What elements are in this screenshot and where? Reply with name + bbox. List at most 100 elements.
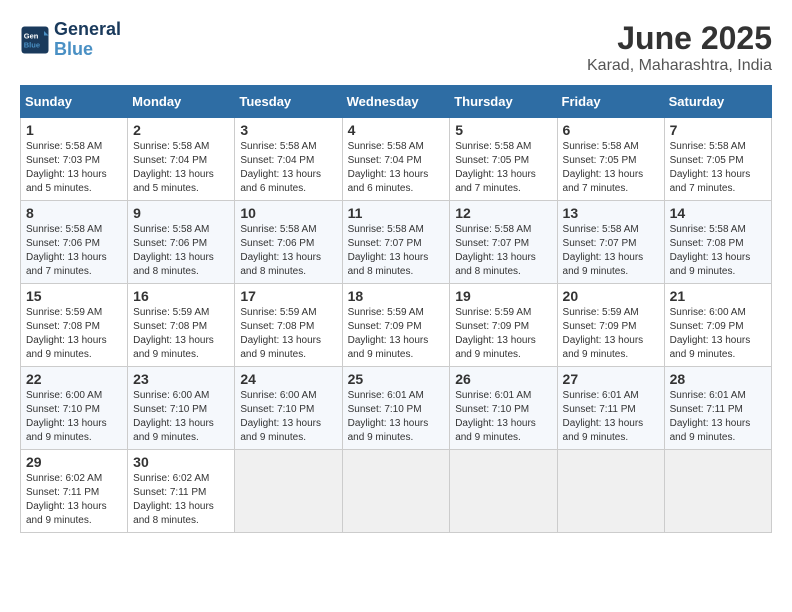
day-number: 13	[563, 205, 659, 221]
weekday-friday: Friday	[557, 86, 664, 118]
day-cell: 17 Sunrise: 5:59 AM Sunset: 7:08 PM Dayli…	[235, 284, 342, 367]
day-info: Sunrise: 6:01 AM Sunset: 7:11 PM Dayligh…	[670, 389, 766, 445]
day-info: Sunrise: 6:00 AM Sunset: 7:10 PM Dayligh…	[26, 389, 122, 445]
day-info: Sunrise: 5:58 AM Sunset: 7:07 PM Dayligh…	[563, 223, 659, 279]
day-number: 17	[240, 288, 336, 304]
day-number: 5	[455, 122, 551, 138]
svg-text:Gen: Gen	[24, 31, 39, 40]
day-cell: 24 Sunrise: 6:00 AM Sunset: 7:10 PM Dayli…	[235, 367, 342, 450]
day-cell: 18 Sunrise: 5:59 AM Sunset: 7:09 PM Dayli…	[342, 284, 450, 367]
day-number: 20	[563, 288, 659, 304]
day-info: Sunrise: 5:58 AM Sunset: 7:05 PM Dayligh…	[455, 140, 551, 196]
day-info: Sunrise: 5:58 AM Sunset: 7:06 PM Dayligh…	[26, 223, 122, 279]
day-cell: 1Sunrise: 5:58 AM Sunset: 7:03 PM Daylig…	[21, 118, 128, 201]
weekday-header-row: SundayMondayTuesdayWednesdayThursdayFrid…	[21, 86, 772, 118]
day-number: 11	[348, 205, 445, 221]
day-info: Sunrise: 5:59 AM Sunset: 7:09 PM Dayligh…	[563, 306, 659, 362]
day-info: Sunrise: 5:59 AM Sunset: 7:08 PM Dayligh…	[26, 306, 122, 362]
day-info: Sunrise: 6:01 AM Sunset: 7:10 PM Dayligh…	[348, 389, 445, 445]
day-cell: 26 Sunrise: 6:01 AM Sunset: 7:10 PM Dayli…	[450, 367, 557, 450]
day-number: 30	[133, 454, 229, 470]
day-info: Sunrise: 5:59 AM Sunset: 7:09 PM Dayligh…	[455, 306, 551, 362]
day-cell: 2 Sunrise: 5:58 AM Sunset: 7:04 PM Daylig…	[128, 118, 235, 201]
day-info: Sunrise: 6:00 AM Sunset: 7:09 PM Dayligh…	[670, 306, 766, 362]
weekday-thursday: Thursday	[450, 86, 557, 118]
logo-line2: Blue	[54, 40, 121, 60]
location-title: Karad, Maharashtra, India	[587, 57, 772, 75]
day-number: 21	[670, 288, 766, 304]
weekday-monday: Monday	[128, 86, 235, 118]
day-cell	[342, 450, 450, 533]
day-info: Sunrise: 6:00 AM Sunset: 7:10 PM Dayligh…	[240, 389, 336, 445]
day-number: 27	[563, 371, 659, 387]
day-cell: 16 Sunrise: 5:59 AM Sunset: 7:08 PM Dayli…	[128, 284, 235, 367]
day-info: Sunrise: 5:58 AM Sunset: 7:07 PM Dayligh…	[348, 223, 445, 279]
week-row-2: 8 Sunrise: 5:58 AM Sunset: 7:06 PM Daylig…	[21, 201, 772, 284]
day-cell: 5 Sunrise: 5:58 AM Sunset: 7:05 PM Daylig…	[450, 118, 557, 201]
day-number: 6	[563, 122, 659, 138]
day-cell: 9 Sunrise: 5:58 AM Sunset: 7:06 PM Daylig…	[128, 201, 235, 284]
day-cell	[664, 450, 771, 533]
day-number: 24	[240, 371, 336, 387]
day-info: Sunrise: 6:02 AM Sunset: 7:11 PM Dayligh…	[133, 472, 229, 528]
day-cell: 10Sunrise: 5:58 AM Sunset: 7:06 PM Dayli…	[235, 201, 342, 284]
day-cell: 4 Sunrise: 5:58 AM Sunset: 7:04 PM Daylig…	[342, 118, 450, 201]
weekday-saturday: Saturday	[664, 86, 771, 118]
day-info: Sunrise: 5:58 AM Sunset: 7:04 PM Dayligh…	[133, 140, 229, 196]
day-cell: 25Sunrise: 6:01 AM Sunset: 7:10 PM Dayli…	[342, 367, 450, 450]
day-info: Sunrise: 6:01 AM Sunset: 7:10 PM Dayligh…	[455, 389, 551, 445]
day-cell	[235, 450, 342, 533]
day-number: 8	[26, 205, 122, 221]
day-number: 22	[26, 371, 122, 387]
day-number: 19	[455, 288, 551, 304]
logo: Gen Blue General Blue	[20, 20, 121, 60]
day-cell: 20 Sunrise: 5:59 AM Sunset: 7:09 PM Dayli…	[557, 284, 664, 367]
day-number: 16	[133, 288, 229, 304]
day-number: 1	[26, 122, 122, 138]
day-number: 7	[670, 122, 766, 138]
day-number: 9	[133, 205, 229, 221]
day-number: 3	[240, 122, 336, 138]
day-info: Sunrise: 5:59 AM Sunset: 7:08 PM Dayligh…	[240, 306, 336, 362]
day-number: 14	[670, 205, 766, 221]
day-number: 2	[133, 122, 229, 138]
day-cell: 11 Sunrise: 5:58 AM Sunset: 7:07 PM Dayli…	[342, 201, 450, 284]
day-info: Sunrise: 5:58 AM Sunset: 7:05 PM Dayligh…	[670, 140, 766, 196]
svg-text:Blue: Blue	[24, 40, 40, 49]
day-number: 29	[26, 454, 122, 470]
day-cell: 13 Sunrise: 5:58 AM Sunset: 7:07 PM Dayli…	[557, 201, 664, 284]
day-info: Sunrise: 5:59 AM Sunset: 7:08 PM Dayligh…	[133, 306, 229, 362]
day-info: Sunrise: 5:58 AM Sunset: 7:04 PM Dayligh…	[348, 140, 445, 196]
day-cell	[450, 450, 557, 533]
day-cell: 7 Sunrise: 5:58 AM Sunset: 7:05 PM Daylig…	[664, 118, 771, 201]
logo-icon: Gen Blue	[20, 25, 50, 55]
day-number: 15	[26, 288, 122, 304]
day-number: 23	[133, 371, 229, 387]
calendar-body: 1Sunrise: 5:58 AM Sunset: 7:03 PM Daylig…	[21, 118, 772, 533]
day-cell: 28 Sunrise: 6:01 AM Sunset: 7:11 PM Dayli…	[664, 367, 771, 450]
day-info: Sunrise: 6:00 AM Sunset: 7:10 PM Dayligh…	[133, 389, 229, 445]
day-cell: 14Sunrise: 5:58 AM Sunset: 7:08 PM Dayli…	[664, 201, 771, 284]
day-cell: 30 Sunrise: 6:02 AM Sunset: 7:11 PM Dayli…	[128, 450, 235, 533]
day-number: 12	[455, 205, 551, 221]
week-row-1: 1Sunrise: 5:58 AM Sunset: 7:03 PM Daylig…	[21, 118, 772, 201]
day-number: 4	[348, 122, 445, 138]
header: Gen Blue General Blue June 2025 Karad, M…	[20, 20, 772, 75]
day-number: 18	[348, 288, 445, 304]
day-cell: 22 Sunrise: 6:00 AM Sunset: 7:10 PM Dayli…	[21, 367, 128, 450]
day-info: Sunrise: 5:58 AM Sunset: 7:07 PM Dayligh…	[455, 223, 551, 279]
logo-line1: General	[54, 20, 121, 40]
day-number: 28	[670, 371, 766, 387]
month-title: June 2025	[587, 20, 772, 57]
week-row-3: 15 Sunrise: 5:59 AM Sunset: 7:08 PM Dayli…	[21, 284, 772, 367]
day-info: Sunrise: 6:02 AM Sunset: 7:11 PM Dayligh…	[26, 472, 122, 528]
day-info: Sunrise: 5:58 AM Sunset: 7:05 PM Dayligh…	[563, 140, 659, 196]
day-cell: 29 Sunrise: 6:02 AM Sunset: 7:11 PM Dayli…	[21, 450, 128, 533]
day-info: Sunrise: 5:58 AM Sunset: 7:06 PM Dayligh…	[133, 223, 229, 279]
day-info: Sunrise: 5:59 AM Sunset: 7:09 PM Dayligh…	[348, 306, 445, 362]
day-info: Sunrise: 5:58 AM Sunset: 7:06 PM Dayligh…	[240, 223, 336, 279]
week-row-5: 29 Sunrise: 6:02 AM Sunset: 7:11 PM Dayli…	[21, 450, 772, 533]
calendar-table: SundayMondayTuesdayWednesdayThursdayFrid…	[20, 85, 772, 533]
day-number: 26	[455, 371, 551, 387]
day-info: Sunrise: 5:58 AM Sunset: 7:04 PM Dayligh…	[240, 140, 336, 196]
